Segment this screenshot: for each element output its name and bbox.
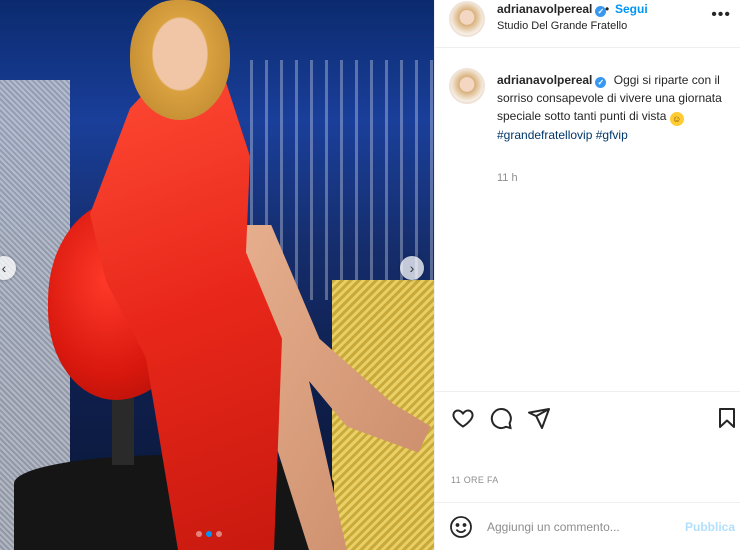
carousel-next-button[interactable]: › <box>400 256 424 280</box>
caption-username[interactable]: adrianavolpereal ✓ <box>497 73 607 88</box>
chair-stem <box>112 390 134 465</box>
caption-time: 11 h <box>497 172 518 184</box>
comment-input[interactable] <box>487 517 677 537</box>
post-photo[interactable]: ‹ › <box>0 0 434 550</box>
carousel-dot <box>196 531 202 537</box>
comment-icon[interactable] <box>489 406 513 430</box>
carousel-dot-active <box>206 531 212 537</box>
heart-icon[interactable] <box>451 406 475 430</box>
caption-avatar[interactable] <box>449 68 485 104</box>
verified-badge-icon: ✓ <box>595 77 607 88</box>
more-options-button[interactable]: ••• <box>711 6 731 24</box>
username-text: adrianavolpereal <box>497 2 593 16</box>
separator: • <box>605 2 610 16</box>
hashtag-link[interactable]: #gfvip <box>596 128 628 142</box>
carousel-dots <box>196 531 222 537</box>
hashtag-link[interactable]: #grandefratellovip <box>497 128 592 142</box>
post-date: 11 ORE FA <box>451 475 499 485</box>
comment-bar: Pubblica <box>435 502 740 550</box>
caption-username-text: adrianavolpereal <box>497 73 593 87</box>
username-link[interactable]: adrianavolpereal ✓ <box>497 2 607 17</box>
bookmark-icon[interactable] <box>715 406 739 430</box>
post-side-panel: adrianavolpereal ✓ • Segui Studio Del Gra… <box>434 0 740 550</box>
avatar[interactable] <box>449 1 485 37</box>
action-bar <box>435 391 740 441</box>
share-icon[interactable] <box>527 406 551 430</box>
carousel-dot <box>216 531 222 537</box>
location-link[interactable]: Studio Del Grande Fratello <box>497 20 627 32</box>
publish-button[interactable]: Pubblica <box>685 520 735 534</box>
post-header: adrianavolpereal ✓ • Segui Studio Del Gra… <box>435 0 740 48</box>
emoji-picker-icon[interactable] <box>449 515 473 539</box>
post-caption: adrianavolpereal ✓ Oggi si riparte con il… <box>497 71 737 144</box>
follow-button[interactable]: Segui <box>615 2 648 16</box>
woman-head <box>130 0 230 120</box>
smile-emoji-icon: ☺ <box>669 112 684 126</box>
